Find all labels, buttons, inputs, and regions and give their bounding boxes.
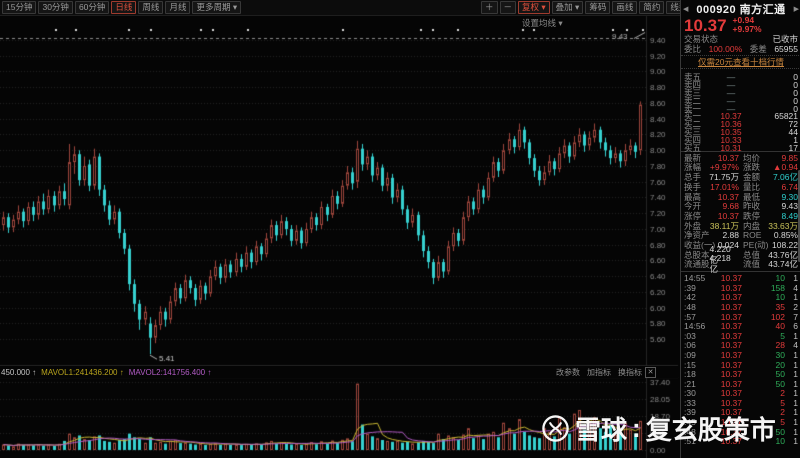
stat-value: 9.85 bbox=[781, 152, 798, 163]
stat-cell: 流值 43.74亿 bbox=[743, 259, 798, 270]
weibi-value: 100.00% bbox=[708, 44, 743, 54]
level2-promo-link[interactable]: 仅需20元查看十档行情 bbox=[698, 56, 784, 68]
tick-row: :03 10.37 5 1 bbox=[684, 330, 798, 341]
chart-tool-button[interactable]: 画线 bbox=[612, 1, 638, 14]
stat-value: 43.74亿 bbox=[768, 259, 798, 270]
tick-row: :30 10.37 2 1 bbox=[684, 388, 798, 399]
stat-value: 10.37 bbox=[717, 152, 739, 163]
stats-grid: 最新 10.37 均价 9.85 涨幅 +9.97% 涨跌 ▲0.94 总手 7… bbox=[681, 150, 800, 274]
indicator-actions: 改参数 加指标 换指标 bbox=[556, 367, 642, 378]
tick-row: :33 10.37 5 1 bbox=[684, 397, 798, 408]
indicator-action-button[interactable]: 加指标 bbox=[587, 367, 611, 378]
change-percent: +9.97% bbox=[732, 24, 762, 34]
period-button[interactable]: 15分钟 bbox=[2, 1, 37, 14]
last-price: 10.37 bbox=[684, 16, 727, 35]
price-row: 10.37 +0.94 +9.97% bbox=[681, 16, 800, 35]
tick-row: :15 10.37 20 1 bbox=[684, 359, 798, 370]
period-button[interactable]: 60分钟 bbox=[74, 1, 110, 14]
weibi-row: 委比 100.00% 委差 65955 bbox=[684, 44, 798, 54]
stat-value: 17.01% bbox=[710, 181, 739, 192]
tick-row: :48 10.37 35 2 bbox=[684, 301, 798, 312]
order-book: 卖五 — 0 卖四 — 0 卖三 — 0 卖二 — 0 卖一 — 0 买一 10… bbox=[681, 70, 800, 154]
stat-value: 9.43 bbox=[781, 201, 798, 212]
chart-tool-button[interactable]: 叠加 ▾ bbox=[551, 1, 584, 14]
chart-tool-button[interactable]: ＋ bbox=[481, 1, 498, 14]
order-book-row: 买二 10.36 72 bbox=[684, 119, 798, 130]
period-button[interactable]: 月线 bbox=[165, 1, 191, 14]
prev-stock-icon[interactable]: ◀ bbox=[683, 5, 688, 13]
period-button-group: 15分钟 30分钟 60分钟 日线 周线 月线 更多周期 ▾ bbox=[0, 1, 242, 14]
order-qty: 17 bbox=[788, 143, 798, 154]
stock-app-window: 15分钟 30分钟 60分钟 日线 周线 月线 更多周期 ▾ ＋－复权 ▾ 叠加 ▾ 筹码 画线简… bbox=[0, 0, 800, 458]
tick-row: 14:56 10.37 40 6 bbox=[684, 321, 798, 332]
level2-promo-banner: 仅需20元查看十档行情 bbox=[681, 55, 800, 69]
order-book-row: 买四 10.33 1 bbox=[684, 135, 798, 146]
ma-settings-button[interactable]: 设置均线 ▾ bbox=[522, 17, 563, 29]
tick-row: :42 10.37 10 1 bbox=[684, 292, 798, 303]
order-book-row: 买五 10.31 17 bbox=[684, 143, 798, 154]
indicator-action-button[interactable]: 改参数 bbox=[556, 367, 580, 378]
stat-value: 2.88 bbox=[722, 230, 739, 241]
tick-row: :39 10.37 158 4 bbox=[684, 282, 798, 293]
chart-region: 15分钟 30分钟 60分钟 日线 周线 月线 更多周期 ▾ ＋－复权 ▾ 叠加 ▾ 筹码 画线简… bbox=[0, 0, 716, 458]
order-book-row: 买一 10.37 65821 bbox=[684, 111, 798, 122]
chart-tool-button[interactable]: － bbox=[499, 1, 517, 14]
tick-row: :21 10.37 50 1 bbox=[684, 378, 798, 389]
stat-value: 6.74 bbox=[781, 181, 798, 192]
period-button[interactable]: 周线 bbox=[138, 1, 164, 14]
period-button[interactable]: 30分钟 bbox=[38, 1, 73, 14]
order-book-row: 卖三 — 0 bbox=[684, 87, 798, 98]
tick-row: :45 10.37 5 1 bbox=[684, 417, 798, 428]
stat-value: 10.37 bbox=[717, 191, 739, 202]
chart-tool-button[interactable]: 筹码 bbox=[585, 1, 611, 14]
stat-value: 4.218亿 bbox=[709, 253, 731, 275]
mavol1-label: MAVOL1:241436.200 ↑ bbox=[41, 367, 124, 377]
order-book-row: 卖一 — 0 bbox=[684, 103, 798, 114]
order-book-row: 卖五 — 0 bbox=[684, 72, 798, 82]
tick-row: :48 10.37 50 1 bbox=[684, 426, 798, 437]
stat-cell: 流通股 4.218亿 bbox=[684, 253, 739, 274]
stat-cell: 内盘 33.63万 bbox=[743, 220, 798, 231]
volume-value-label: 450.000 ↑ bbox=[1, 367, 37, 377]
weicha-value: 65955 bbox=[774, 44, 798, 54]
tick-trade-list: 14:55 10.37 10 1 :39 10.37 158 4 :42 10.… bbox=[681, 271, 800, 446]
next-stock-icon[interactable]: ▶ bbox=[794, 5, 799, 13]
order-book-row: 卖二 — 0 bbox=[684, 95, 798, 106]
period-button[interactable]: 日线 bbox=[111, 1, 137, 14]
tick-row: :57 10.37 102 7 bbox=[684, 311, 798, 322]
chart-tool-button[interactable]: 复权 ▾ bbox=[518, 1, 550, 14]
candlestick-chart-canvas[interactable] bbox=[0, 0, 680, 458]
close-indicator-icon[interactable]: ✕ bbox=[645, 366, 656, 378]
volume-pane-header: 450.000 ↑ MAVOL1:241436.200 ↑ MAVOL2:141… bbox=[0, 366, 678, 378]
tick-row: :39 10.37 2 1 bbox=[684, 407, 798, 418]
tick-row: :09 10.37 30 1 bbox=[684, 349, 798, 360]
order-book-row: 卖四 — 0 bbox=[684, 79, 798, 90]
quote-panel: ◀ 000920 南方汇通 ▶ 10.37 +0.94 +9.97% 交易状态 … bbox=[680, 0, 800, 458]
price-change: +0.94 +9.97% bbox=[733, 16, 762, 34]
tick-row: 14:55 10.37 10 1 bbox=[684, 273, 798, 284]
chart-tool-button[interactable]: 简约 bbox=[639, 1, 665, 14]
stat-value: 9.68 bbox=[722, 201, 739, 212]
period-button[interactable]: 更多周期 ▾ bbox=[192, 1, 242, 14]
tick-row: :06 10.37 28 4 bbox=[684, 340, 798, 351]
stat-value: 0.85% bbox=[773, 230, 798, 241]
stat-value: 9.30 bbox=[781, 191, 798, 202]
mavol2-label: MAVOL2:141756.400 ↑ bbox=[128, 367, 212, 377]
period-toolbar: 15分钟 30分钟 60分钟 日线 周线 月线 更多周期 ▾ ＋－复权 ▾ 叠加 ▾ 筹码 画线简… bbox=[0, 0, 716, 16]
order-book-row: 买三 10.35 44 bbox=[684, 127, 798, 138]
tick-row: :51 10.37 10 1 bbox=[684, 436, 798, 447]
indicator-action-button[interactable]: 换指标 bbox=[618, 367, 642, 378]
quote-header: ◀ 000920 南方汇通 ▶ bbox=[681, 1, 800, 16]
tick-row: :18 10.37 50 1 bbox=[684, 369, 798, 380]
